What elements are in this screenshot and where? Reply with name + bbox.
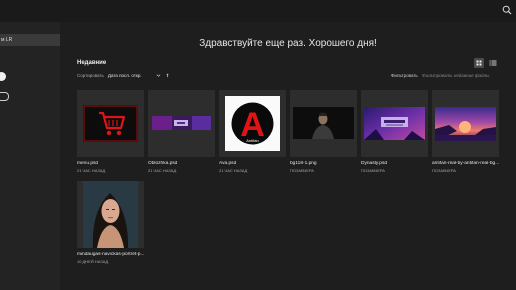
file-card[interactable]: A Antifan Ava.psd 21 ЧАС НАЗАД [219, 90, 286, 173]
file-thumbnail[interactable] [148, 90, 215, 157]
sidebar: м LR [0, 22, 60, 290]
avatar-logo: A Antifan [225, 96, 280, 151]
sort-direction-icon[interactable] [165, 73, 170, 78]
list-view-icon[interactable] [488, 58, 498, 68]
grid-view-icon[interactable] [474, 58, 484, 68]
file-time: 21 ЧАС НАЗАД [77, 168, 106, 173]
file-time: ПОЗАВЧЕРА [361, 168, 385, 173]
filter-control[interactable]: Фильтровать Фильтровать недавние файлы [391, 73, 489, 78]
file-time: 21 ЧАС НАЗАД [219, 168, 248, 173]
recent-heading: Недавние [77, 60, 107, 66]
file-thumbnail[interactable] [77, 90, 144, 157]
file-thumbnail[interactable] [290, 90, 357, 157]
file-time: ПОЗАВЧЕРА [432, 168, 456, 173]
file-name[interactable]: Oblozhka.psd [148, 161, 215, 166]
file-card[interactable]: mindaugas-navickas-portret-p... 10 ДНЕЙ … [77, 181, 144, 264]
file-thumbnail[interactable] [432, 90, 499, 157]
file-name[interactable]: menu.psd [77, 161, 144, 166]
portrait-woman [83, 181, 138, 248]
file-thumbnail[interactable] [77, 181, 144, 248]
greeting-title: Здравствуйте еще раз. Хорошего дня! [199, 38, 377, 49]
sidebar-item-label: м LR [1, 37, 13, 43]
sort-control[interactable]: Сортировать Дата посл. откр. [77, 73, 170, 78]
sort-value[interactable]: Дата посл. откр. [108, 73, 142, 78]
file-thumbnail[interactable]: A Antifan [219, 90, 286, 157]
home-panel: Здравствуйте еще раз. Хорошего дня! Неда… [60, 22, 516, 290]
filter-label: Фильтровать [391, 73, 418, 78]
sidebar-item-lr[interactable]: м LR [0, 34, 60, 46]
cart-icon [83, 105, 138, 142]
file-card[interactable]: antifan-real-by-antifan-real-bg... ПОЗАВ… [432, 90, 499, 173]
sunset-scene [435, 107, 496, 141]
file-name[interactable]: mindaugas-navickas-portret-p... [77, 252, 144, 257]
dynasty-banner [364, 107, 425, 140]
file-thumbnail[interactable] [361, 90, 428, 157]
file-time: ПОЗАВЧЕРА [290, 168, 314, 173]
top-bar [0, 0, 516, 22]
file-time: 21 ЧАС НАЗАД [148, 168, 177, 173]
portrait-man [293, 107, 354, 139]
search-icon[interactable] [502, 5, 512, 15]
file-time: 10 ДНЕЙ НАЗАД [77, 259, 109, 264]
avatar-caption: Antifan [246, 138, 258, 143]
filter-input[interactable]: Фильтровать недавние файлы [422, 73, 489, 78]
file-name[interactable]: Ava.psd [219, 161, 286, 166]
file-card[interactable]: Oblozhka.psd 21 ЧАС НАЗАД [148, 90, 215, 173]
banner-thumbnail [152, 116, 211, 130]
file-card[interactable]: Dynasty.psd ПОЗАВЧЕРА [361, 90, 428, 173]
file-name[interactable]: antifan-real-by-antifan-real-bg... [432, 161, 499, 166]
sidebar-toggle[interactable] [0, 72, 6, 81]
chevron-down-icon[interactable] [156, 73, 161, 78]
file-card[interactable]: menu.psd 21 ЧАС НАЗАД [77, 90, 144, 173]
file-name[interactable]: bg118-1.png [290, 161, 357, 166]
file-name[interactable]: Dynasty.psd [361, 161, 428, 166]
file-card[interactable]: bg118-1.png ПОЗАВЧЕРА [290, 90, 357, 173]
sidebar-pill-button[interactable] [0, 92, 9, 101]
sort-label: Сортировать [77, 73, 104, 78]
